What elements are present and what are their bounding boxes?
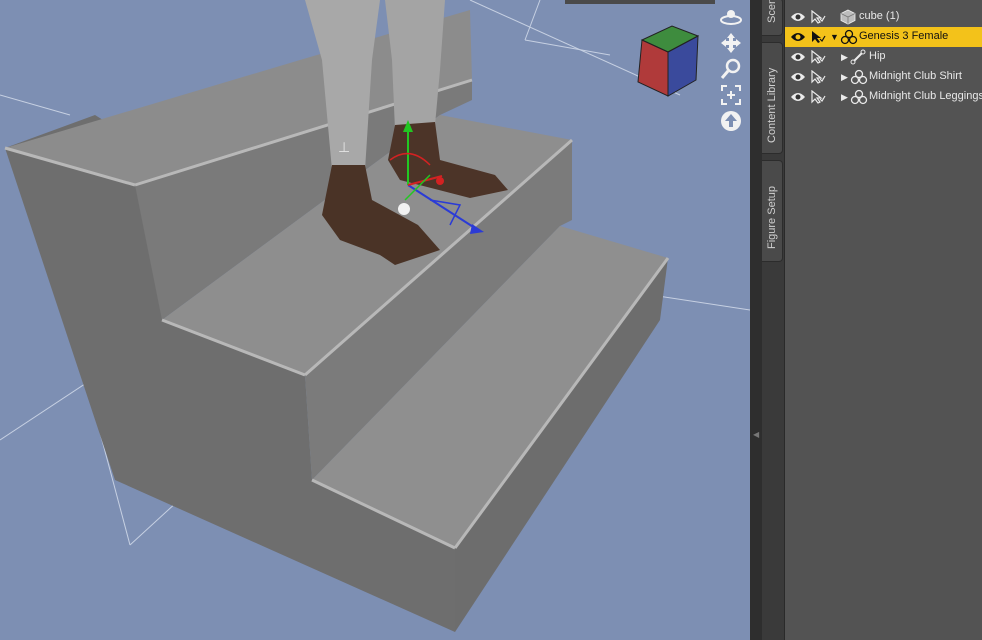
visibility-eye-icon[interactable] (790, 91, 806, 103)
scene-item-label: Midnight Club Shirt (869, 70, 962, 82)
reset-view-icon[interactable] (719, 110, 743, 132)
side-tab-strip: Scene Content Library Figure Setup (762, 0, 785, 640)
selectable-cursor-icon[interactable] (810, 30, 826, 44)
scene-item-genesis-3-female[interactable]: ▼ Genesis 3 Female (785, 27, 982, 47)
primitive-cube-icon (840, 9, 856, 25)
collapse-arrow-icon[interactable]: ▶ (841, 52, 848, 62)
frame-icon[interactable] (719, 84, 743, 106)
bone-icon (850, 49, 866, 65)
figure-icon (840, 29, 858, 45)
expand-arrow-icon[interactable]: ▼ (830, 32, 839, 42)
zoom-icon[interactable] (719, 58, 743, 80)
collapse-arrow-icon[interactable]: ▶ (841, 72, 848, 82)
scene-item-label: Hip (869, 50, 886, 62)
scene-panel: cube (1) ▼ Genesis 3 Female ▶ Hip ▶ Midn… (785, 0, 982, 640)
scene-item-hip[interactable]: ▶ Hip (785, 47, 982, 67)
scene-item-midnight-club-shirt[interactable]: ▶ Midnight Club Shirt (785, 67, 982, 87)
panel-splitter[interactable]: ◀ (750, 0, 762, 640)
selectable-cursor-icon[interactable] (810, 70, 826, 84)
scene-item-label: Genesis 3 Female (859, 30, 949, 42)
selectable-cursor-icon[interactable] (810, 10, 826, 24)
scene-tab-label: Scene (766, 0, 778, 23)
selectable-cursor-icon[interactable] (810, 50, 826, 64)
gizmo-center (398, 203, 410, 215)
scene-item-cube[interactable]: cube (1) (785, 7, 982, 27)
scene-item-label: cube (1) (859, 10, 900, 22)
figure-setup-tab[interactable]: Figure Setup (762, 160, 783, 262)
scene-item-midnight-club-leggings[interactable]: ▶ Midnight Club Leggings (785, 87, 982, 107)
visibility-eye-icon[interactable] (790, 31, 806, 43)
visibility-eye-icon[interactable] (790, 11, 806, 23)
splitter-grip-icon[interactable]: ◀ (753, 430, 759, 470)
viewport-navigation (715, 6, 747, 136)
collapse-arrow-icon[interactable]: ▶ (841, 92, 848, 102)
figure-icon (850, 69, 868, 85)
selectable-cursor-icon[interactable] (810, 90, 826, 104)
content-library-tab[interactable]: Content Library (762, 42, 783, 154)
scene-tab[interactable]: Scene (762, 0, 783, 36)
pan-icon[interactable] (719, 32, 743, 54)
figure-setup-tab-label: Figure Setup (766, 186, 778, 249)
view-cube-icon[interactable] (634, 22, 702, 100)
orbit-icon[interactable] (719, 6, 743, 28)
scene-item-label: Midnight Club Leggings (869, 90, 982, 102)
ankle-marker: ⊥ (338, 139, 350, 155)
3d-viewport[interactable]: ⊥ (0, 0, 750, 640)
content-library-tab-label: Content Library (766, 67, 778, 143)
visibility-eye-icon[interactable] (790, 51, 806, 63)
visibility-eye-icon[interactable] (790, 71, 806, 83)
figure-icon (850, 89, 868, 105)
top-toolbar-edge (565, 0, 715, 4)
